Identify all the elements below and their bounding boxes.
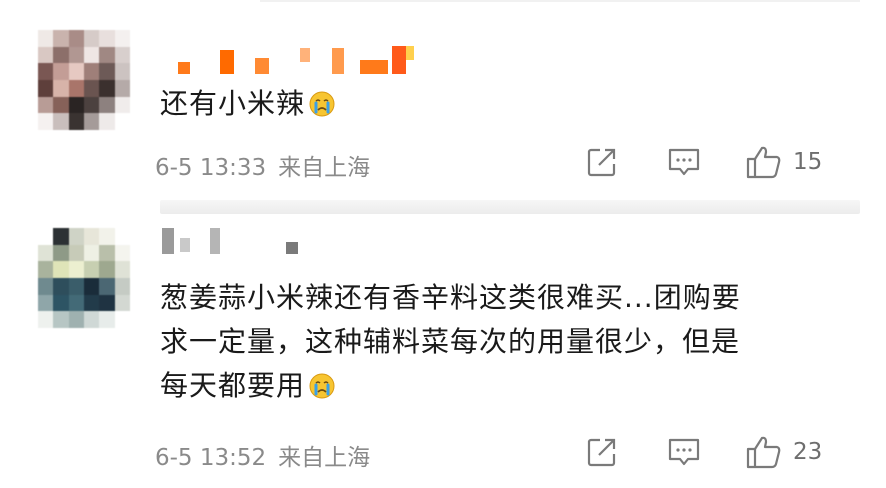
share-button[interactable] [585, 142, 619, 182]
comment-text-line: 葱姜蒜小米辣还有香辛料这类很难买...团购要 [160, 281, 741, 314]
like-button[interactable]: 23 [745, 432, 822, 472]
comment-actions: 23 [0, 432, 886, 472]
comment-item: 葱姜蒜小米辣还有香辛料这类很难买...团购要 求一定量，这种辅料菜每次的用量很少… [0, 214, 886, 488]
share-icon [587, 438, 616, 467]
share-icon [587, 148, 616, 177]
comment-text: 葱姜蒜小米辣还有香辛料这类很难买...团购要 求一定量，这种辅料菜每次的用量很少… [160, 276, 860, 408]
comment-icon [668, 438, 700, 466]
crying-face-emoji-icon [309, 91, 335, 117]
comment-divider [160, 200, 860, 214]
comment-actions: 15 [0, 142, 886, 182]
comment-item: 还有小米辣 6-5 13:33 来自上海 15 [0, 0, 886, 200]
avatar[interactable] [38, 30, 130, 130]
comment-button[interactable] [666, 432, 702, 472]
comment-icon [668, 148, 700, 176]
like-count: 23 [793, 439, 823, 465]
username-blurred[interactable] [160, 42, 460, 74]
comment-text-line: 求一定量，这种辅料菜每次的用量很少，但是 [160, 325, 741, 358]
comment-text: 还有小米辣 [160, 82, 860, 126]
like-button[interactable]: 15 [745, 142, 822, 182]
share-button[interactable] [585, 432, 619, 472]
thumbs-up-icon [746, 146, 781, 179]
like-count: 15 [793, 149, 823, 175]
avatar[interactable] [38, 228, 130, 328]
username-blurred[interactable] [160, 228, 460, 258]
comment-text-line: 还有小米辣 [160, 87, 306, 120]
thumbs-up-icon [746, 436, 781, 469]
comment-button[interactable] [666, 142, 702, 182]
crying-face-emoji-icon [309, 373, 335, 399]
comment-text-line: 每天都要用 [160, 369, 306, 402]
